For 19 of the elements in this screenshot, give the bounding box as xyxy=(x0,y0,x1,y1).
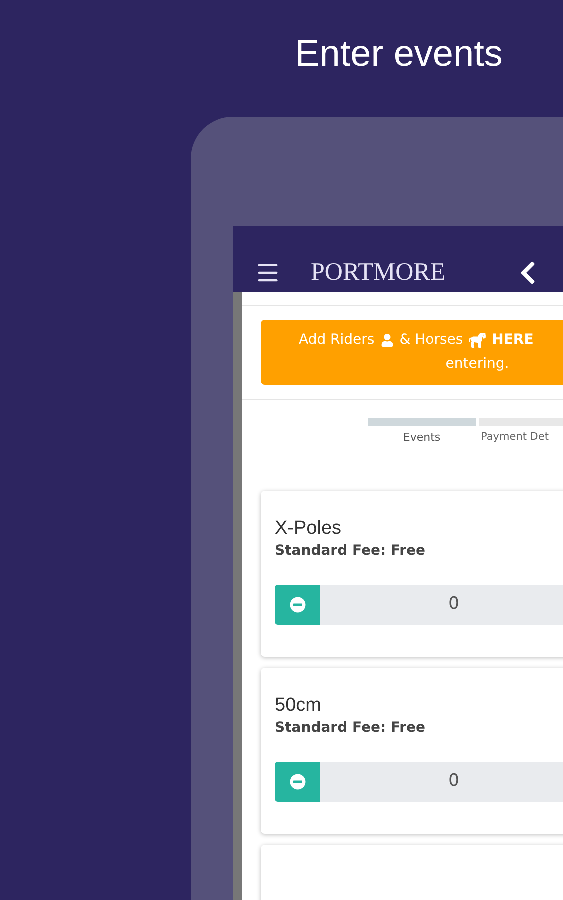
banner-text: Add Riders xyxy=(299,331,375,350)
minus-icon xyxy=(290,774,306,790)
quantity-field[interactable]: 0 xyxy=(320,585,563,625)
event-title: 50cm xyxy=(275,694,322,718)
decrement-button[interactable] xyxy=(275,762,320,802)
event-fee: Standard Fee: Free xyxy=(275,719,426,738)
minus-icon xyxy=(290,597,306,613)
page-heading: Enter events xyxy=(295,32,503,76)
horse-icon xyxy=(469,332,486,348)
banner-text: entering. xyxy=(446,356,510,372)
person-icon xyxy=(380,334,394,346)
event-title: X-Poles xyxy=(275,517,343,541)
app-title: PORTMORE xyxy=(311,258,446,288)
event-fee: Standard Fee: Free xyxy=(275,542,426,561)
banner-text: & Horses xyxy=(400,331,464,350)
step-label[interactable]: Payment Det xyxy=(481,430,549,446)
step-label[interactable]: Events xyxy=(403,430,441,446)
decrement-button[interactable] xyxy=(275,585,320,625)
quantity-field[interactable]: 0 xyxy=(320,762,563,802)
